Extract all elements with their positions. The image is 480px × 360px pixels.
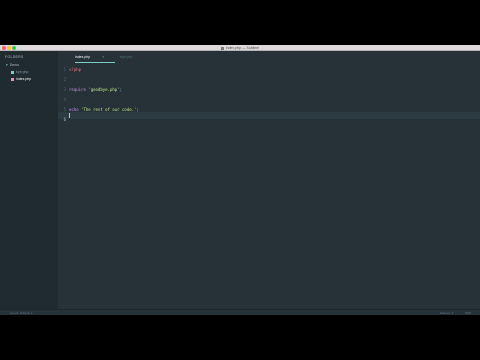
video-letterbox-bottom <box>0 315 480 360</box>
line-number: 1 <box>63 67 66 72</box>
code-line: require 'goodbye.php'; <box>69 87 122 92</box>
code-line: <?php <box>69 67 81 72</box>
file-icon <box>11 77 14 81</box>
code-token: 'goodbye.php' <box>88 87 120 92</box>
line-number: 2 <box>63 77 66 82</box>
sidebar-header: FOLDERS <box>5 55 24 59</box>
code-line: echo 'The rest of our code.'; <box>69 107 139 112</box>
close-tab-icon[interactable]: × <box>102 55 104 59</box>
tab-index-php[interactable]: index.php × <box>75 51 115 63</box>
code-token: ; <box>119 87 123 92</box>
line-number: 6 <box>63 117 66 122</box>
code-token: 'The rest of our code.' <box>81 107 137 112</box>
editor-window: index.php — Sublime FOLDERS ▾ Demo bye.ph… <box>0 45 480 315</box>
window-title-label: index.php — Sublime <box>225 46 260 50</box>
sidebar: FOLDERS ▾ Demo bye.php index.php <box>0 51 58 309</box>
code-token: echo <box>69 107 79 112</box>
text-cursor <box>69 113 70 118</box>
line-number-gutter: 1 2 3 4 5 6 <box>58 63 68 309</box>
code-token: ; <box>136 107 139 112</box>
tab-label: index.php <box>75 55 91 59</box>
tab-bye-php[interactable]: bye.php <box>120 51 160 63</box>
code-token: <?php <box>69 67 82 72</box>
line-number: 5 <box>63 107 66 112</box>
file-label: index.php <box>16 77 32 81</box>
folder-label: Demo <box>9 63 20 67</box>
file-label: bye.php <box>16 70 29 74</box>
line-number: 4 <box>63 97 66 102</box>
tab-label: bye.php <box>120 55 133 59</box>
tab-bar: index.php × bye.php <box>58 51 480 63</box>
sidebar-folder-demo[interactable]: ▾ Demo <box>6 63 19 67</box>
document-icon <box>220 46 224 50</box>
code-token: require <box>69 87 86 92</box>
file-icon <box>11 70 14 74</box>
video-letterbox-top <box>0 0 480 45</box>
line-number: 3 <box>63 87 66 92</box>
sidebar-file-index[interactable]: index.php <box>11 77 31 81</box>
folder-expand-icon: ▾ <box>6 63 8 67</box>
sidebar-file-bye[interactable]: bye.php <box>11 70 28 74</box>
code-editor[interactable]: <?php require 'goodbye.php'; echo 'The res… <box>69 63 479 309</box>
